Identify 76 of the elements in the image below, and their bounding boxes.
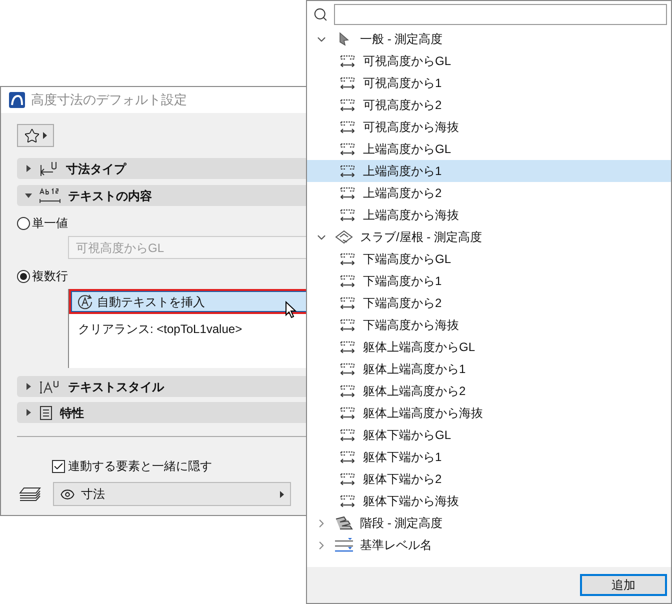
dimension-text-icon: [340, 407, 355, 419]
section-title: テキストの内容: [68, 188, 152, 204]
section-title: 特性: [60, 404, 84, 422]
collapsed-triangle-icon: [25, 165, 32, 172]
dimension-text-icon: [340, 363, 355, 375]
dimension-icon: [39, 160, 59, 176]
eye-icon: [60, 486, 75, 502]
dimension-text-icon: [340, 187, 355, 199]
dimension-text-icon: [340, 473, 355, 485]
dimension-text-icon: [340, 451, 355, 463]
window-title: 高度寸法のデフォルト設定: [31, 91, 187, 110]
tree-item[interactable]: 上端高度から海抜: [307, 204, 671, 226]
dimension-text-icon: [340, 143, 355, 155]
add-button[interactable]: 追加: [580, 574, 667, 596]
layers-icon: [19, 486, 41, 502]
dimension-text-icon: [340, 121, 355, 133]
collapsed-triangle-icon: [25, 383, 32, 390]
section-title: テキストスタイル: [68, 378, 164, 396]
dimension-text-icon: [340, 297, 355, 309]
group-label: スラブ/屋根 - 測定高度: [360, 229, 482, 246]
checkbox[interactable]: [52, 460, 65, 472]
tree-group[interactable]: 基準レベル名: [307, 534, 671, 556]
tree-item[interactable]: 下端高度から1: [307, 270, 671, 292]
star-icon: [24, 128, 40, 144]
tree-item[interactable]: 上端高度から1: [307, 160, 671, 182]
document-icon: [39, 404, 53, 420]
tree-item[interactable]: 可視高度から1: [307, 72, 671, 94]
arrow-pointer-icon: [338, 32, 350, 46]
text-dimension-icon: [39, 188, 61, 204]
layer-dropdown[interactable]: 寸法: [53, 482, 291, 506]
dimension-text-icon: [340, 385, 355, 397]
collapsed-triangle-icon: [25, 409, 32, 416]
search-field[interactable]: [334, 4, 667, 25]
tree-group[interactable]: 階段 - 測定高度: [307, 512, 671, 534]
text-line: クリアランス: <topToL1value>: [77, 321, 244, 338]
expanded-triangle-icon: [25, 192, 32, 199]
level-icon: [333, 537, 355, 553]
radio-button[interactable]: [17, 216, 30, 230]
dimension-text-icon: [340, 253, 355, 265]
app-logo-icon: [9, 92, 25, 108]
dimension-text-icon: [340, 319, 355, 331]
option-label: 複数行: [32, 268, 68, 285]
search-icon: [313, 7, 328, 22]
dimension-text-icon: [340, 77, 355, 89]
dimension-text-icon: [340, 341, 355, 353]
dimension-text-icon: [340, 99, 355, 111]
dimension-text-icon: [340, 165, 355, 177]
tree-item[interactable]: 躯体下端からGL: [307, 424, 671, 446]
group-label: 一般 - 測定高度: [360, 31, 443, 48]
tree-item[interactable]: 上端高度からGL: [307, 138, 671, 160]
dimension-text-icon: [340, 495, 355, 507]
tree-item[interactable]: 可視高度から海抜: [307, 116, 671, 138]
dimension-text-icon: [340, 275, 355, 287]
autotext-icon: [77, 294, 93, 310]
radio-button[interactable]: [17, 270, 30, 282]
tree-item[interactable]: 躯体下端から2: [307, 468, 671, 490]
dimension-text-icon: [340, 55, 355, 67]
dimension-text-icon: [340, 429, 355, 441]
tree-item[interactable]: 躯体下端から1: [307, 446, 671, 468]
group-label: 基準レベル名: [360, 537, 432, 554]
section-title: 寸法タイプ: [66, 160, 126, 178]
tree-item[interactable]: 可視高度からGL: [307, 50, 671, 72]
stair-icon: [334, 516, 354, 530]
right-triangle-icon: [280, 490, 284, 498]
tree-group[interactable]: 一般 - 測定高度: [307, 28, 671, 50]
dimension-text-icon: [340, 209, 355, 221]
option-label: 単一値: [32, 215, 68, 232]
favorites-button[interactable]: [17, 124, 54, 147]
mouse-cursor-icon: [285, 301, 297, 319]
tree-item[interactable]: 躯体下端から海抜: [307, 490, 671, 512]
right-triangle-icon: [43, 132, 47, 139]
slab-icon: [334, 229, 354, 245]
tree-item[interactable]: 可視高度から2: [307, 94, 671, 116]
group-label: 階段 - 測定高度: [360, 515, 443, 532]
checkbox-label: 連動する要素と一緒に隠す: [68, 458, 212, 475]
text-style-icon: [39, 378, 61, 394]
